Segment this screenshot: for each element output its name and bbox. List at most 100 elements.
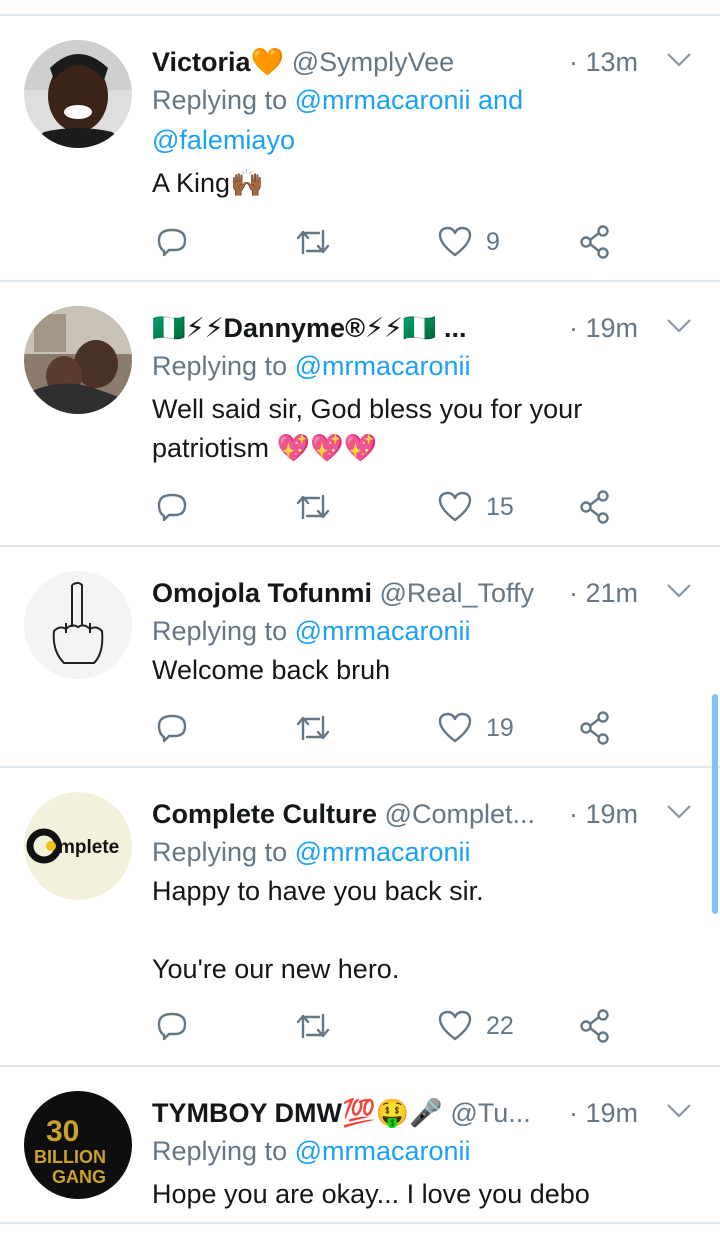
mention-link[interactable]: @mrmacaronii	[295, 351, 471, 381]
author-handle[interactable]: @Complet...	[385, 799, 535, 829]
tweet-time[interactable]: · 19m	[564, 308, 638, 348]
tweet[interactable]: Victoria🧡 @SymplyVee · 13m Replying to @…	[0, 16, 720, 282]
like-button[interactable]: 22	[438, 1006, 514, 1046]
tweet-text-line	[152, 911, 672, 950]
tweet-actions: 15	[155, 487, 625, 527]
tweet-header: Complete Culture @Complet... · 19m	[152, 794, 700, 834]
tweet-time[interactable]: · 19m	[564, 1093, 638, 1133]
retweet-button[interactable]	[295, 708, 331, 748]
tweet-text: Hope you are okay... I love you debo	[152, 1175, 672, 1214]
replying-and[interactable]: and	[471, 85, 523, 115]
replying-to-label: Replying to	[152, 837, 295, 867]
avatar[interactable]: 30 BILLION GANG	[24, 1091, 132, 1199]
chevron-down-icon[interactable]	[666, 52, 692, 68]
reply-button[interactable]	[155, 487, 189, 527]
tweet-header: TYMBOY DMW💯🤑🎤 @Tu... · 19m	[152, 1093, 700, 1133]
share-icon	[580, 711, 609, 745]
replying-to: Replying to @mrmacaronii	[152, 611, 582, 651]
retweet-button[interactable]	[295, 1006, 331, 1046]
retweet-button[interactable]	[295, 222, 331, 262]
tweet-text: A King🙌🏾	[152, 164, 672, 203]
svg-text:BILLION: BILLION	[34, 1147, 106, 1167]
mention-link[interactable]: @falemiayo	[152, 125, 295, 155]
scrollbar[interactable]	[712, 694, 718, 914]
author-handle[interactable]: @Tu...	[450, 1098, 530, 1128]
tweet-time[interactable]: · 21m	[564, 573, 638, 613]
tweet-text-line: You're our new hero.	[152, 954, 400, 984]
retweet-icon	[296, 1013, 330, 1039]
tweet-text-line: Welcome back bruh	[152, 655, 391, 685]
svg-text:GANG: GANG	[52, 1167, 106, 1187]
like-button[interactable]: 9	[438, 222, 500, 262]
like-icon	[438, 712, 472, 743]
mention-link[interactable]: @mrmacaronii	[295, 85, 471, 115]
avatar-logo-text: mplete	[58, 837, 119, 858]
like-count: 15	[486, 492, 514, 521]
avatar[interactable]	[24, 40, 132, 148]
tweet-header: Omojola Tofunmi @Real_Toffy · 21m	[152, 573, 700, 613]
like-button[interactable]: 19	[438, 708, 514, 748]
tweet-text-line: Well said sir, God bless you for your pa…	[152, 394, 583, 463]
author-name[interactable]: Omojola Tofunmi	[152, 578, 372, 608]
share-icon	[580, 490, 609, 524]
chevron-down-icon[interactable]	[666, 583, 692, 599]
reply-button[interactable]	[155, 708, 189, 748]
tweet-time[interactable]: · 19m	[564, 794, 638, 834]
replying-to: Replying to @mrmacaronii	[152, 346, 582, 386]
tweet-text: Well said sir, God bless you for your pa…	[152, 390, 632, 468]
retweet-icon	[296, 715, 330, 741]
like-count: 19	[486, 713, 514, 742]
author-name[interactable]: 🇳🇬⚡⚡Dannyme®⚡⚡🇳🇬 ...	[152, 313, 467, 343]
replying-to: Replying to @mrmacaronii	[152, 832, 582, 872]
share-icon	[580, 1009, 609, 1043]
share-button[interactable]	[579, 487, 611, 527]
tweet-time[interactable]: · 13m	[564, 42, 638, 82]
like-button[interactable]: 15	[438, 487, 514, 527]
avatar[interactable]: mplete	[24, 792, 132, 900]
tweet[interactable]: mplete Complete Culture @Complet... · 19…	[0, 768, 720, 1067]
tweet-header: 🇳🇬⚡⚡Dannyme®⚡⚡🇳🇬 ... · 19m	[152, 308, 700, 348]
like-icon	[438, 491, 472, 522]
replying-to-label: Replying to	[152, 616, 295, 646]
replying-to: Replying to @mrmacaronii	[152, 1131, 582, 1171]
svg-text:30: 30	[46, 1115, 79, 1148]
reply-icon	[157, 493, 187, 522]
mention-link[interactable]: @mrmacaronii	[295, 1136, 471, 1166]
author-name[interactable]: Victoria🧡	[152, 47, 284, 77]
tweet-text: Happy to have you back sir. You're our n…	[152, 872, 672, 989]
tweet-text-line: Hope you are okay... I love you debo	[152, 1179, 590, 1209]
author-name[interactable]: Complete Culture	[152, 799, 377, 829]
retweet-icon	[296, 494, 330, 520]
mention-link[interactable]: @mrmacaronii	[295, 616, 471, 646]
author-handle[interactable]: @Real_Toffy	[380, 578, 535, 608]
avatar[interactable]	[24, 306, 132, 414]
chevron-down-icon[interactable]	[666, 1103, 692, 1119]
tweet-actions: 22	[155, 1006, 625, 1046]
chevron-down-icon[interactable]	[666, 804, 692, 820]
tweet[interactable]: 30 BILLION GANG TYMBOY DMW💯🤑🎤 @Tu... · 1…	[0, 1067, 720, 1224]
tweet-header: Victoria🧡 @SymplyVee · 13m	[152, 42, 700, 82]
reply-button[interactable]	[155, 222, 189, 262]
replying-to-label: Replying to	[152, 85, 295, 115]
replying-to-label: Replying to	[152, 351, 295, 381]
author-handle[interactable]: @SymplyVee	[292, 47, 454, 77]
retweet-button[interactable]	[295, 487, 331, 527]
tweet[interactable]: 🇳🇬⚡⚡Dannyme®⚡⚡🇳🇬 ... · 19m Replying to @…	[0, 282, 720, 547]
like-icon	[438, 1010, 472, 1041]
tweet-text-line: Happy to have you back sir.	[152, 876, 484, 906]
avatar[interactable]	[24, 571, 132, 679]
replying-to: Replying to @mrmacaronii and @falemiayo	[152, 80, 582, 160]
author-name[interactable]: TYMBOY DMW💯🤑🎤	[152, 1098, 443, 1128]
reply-icon	[157, 228, 187, 257]
like-count: 9	[486, 227, 500, 256]
like-count: 22	[486, 1011, 514, 1040]
mention-link[interactable]: @mrmacaronii	[295, 837, 471, 867]
retweet-icon	[296, 229, 330, 255]
tweet[interactable]: Omojola Tofunmi @Real_Toffy · 21m Replyi…	[0, 547, 720, 768]
share-button[interactable]	[579, 708, 611, 748]
share-button[interactable]	[579, 1006, 611, 1046]
reply-button[interactable]	[155, 1006, 189, 1046]
share-button[interactable]	[579, 222, 611, 262]
chevron-down-icon[interactable]	[666, 318, 692, 334]
tweet-actions: 9	[155, 222, 625, 262]
